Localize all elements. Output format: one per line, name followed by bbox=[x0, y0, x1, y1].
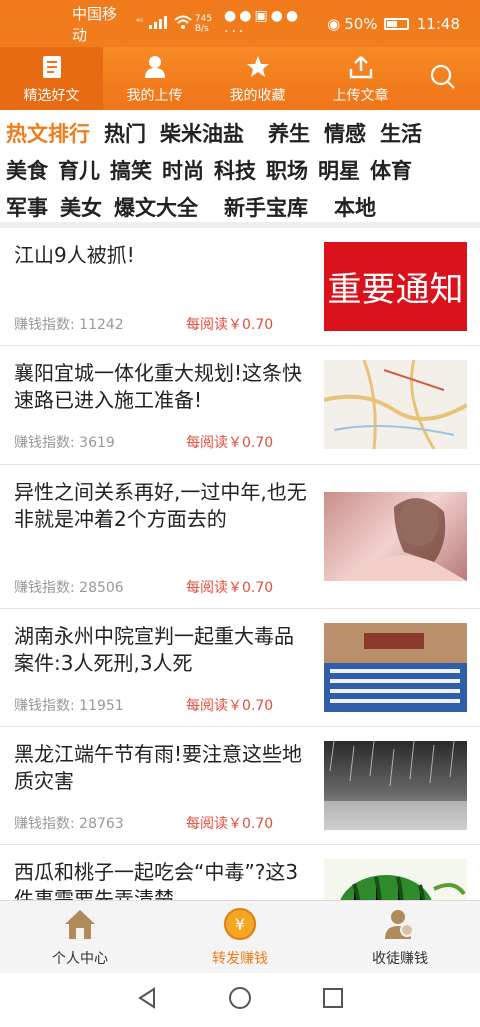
tab-my-favorites[interactable]: 我的收藏 bbox=[206, 47, 309, 110]
battery-percent: 50% bbox=[344, 14, 378, 33]
category-fashion[interactable]: 时尚 bbox=[162, 155, 204, 185]
article-card[interactable]: 异性之间关系再好,一过中年,也无非就是冲着2个方面去的 赚钱指数: 28506 … bbox=[0, 465, 480, 609]
earn-index: 赚钱指数: 3619 bbox=[14, 435, 115, 451]
article-title: 黑龙江端午节有雨!要注意这些地质灾害 bbox=[14, 742, 303, 793]
battery-icon bbox=[383, 17, 409, 30]
earn-index: 赚钱指数: 28506 bbox=[14, 580, 124, 596]
article-title: 异性之间关系再好,一过中年,也无非就是冲着2个方面去的 bbox=[14, 480, 307, 531]
article-card[interactable]: 黑龙江端午节有雨!要注意这些地质灾害 赚钱指数: 28763 每阅读￥0.70 bbox=[0, 727, 480, 845]
net-speed: 745 B/s bbox=[194, 13, 213, 34]
category-viral-collection[interactable]: 爆文大全 bbox=[114, 192, 198, 222]
yen-coin-icon: ¥ bbox=[223, 906, 257, 942]
article-thumbnail-rain bbox=[324, 741, 467, 830]
category-military[interactable]: 军事 bbox=[6, 192, 48, 222]
category-food[interactable]: 美食 bbox=[6, 155, 48, 185]
svg-text:¥: ¥ bbox=[235, 915, 245, 934]
category-tech[interactable]: 科技 bbox=[214, 155, 256, 185]
article-card[interactable]: 西瓜和桃子一起吃会“中毒”?这3件事需要先弄清楚 bbox=[0, 845, 480, 900]
status-bar: 中国移动 ⁴ᴳ 745 B/s ●●▣●● ··· ◉ 50% 11:48 bbox=[0, 0, 480, 47]
article-thumbnail-portrait bbox=[324, 492, 467, 581]
category-health[interactable]: 养生 bbox=[268, 118, 310, 148]
clock: 11:48 bbox=[416, 14, 460, 33]
article-thumbnail-courtroom bbox=[324, 623, 467, 712]
category-emotion[interactable]: 情感 bbox=[324, 118, 366, 148]
tab-label: 我的收藏 bbox=[229, 87, 286, 104]
user-icon bbox=[144, 53, 166, 81]
earn-per-read: 每阅读￥0.70 bbox=[186, 816, 274, 832]
recents-icon[interactable] bbox=[322, 987, 344, 1013]
tab-featured-articles[interactable]: 精选好文 bbox=[0, 47, 103, 110]
eye-comfort-icon: ◉ bbox=[327, 14, 341, 33]
earn-index: 赚钱指数: 28763 bbox=[14, 816, 124, 832]
category-grid: 热文排行 热门 柴米油盐 养生 情感 生活 美食 育儿 搞笑 时尚 科技 职场 … bbox=[0, 110, 480, 222]
tab-personal-center[interactable]: 个人中心 bbox=[0, 901, 160, 973]
top-nav: 精选好文 我的上传 我的收藏 上传文章 bbox=[0, 47, 480, 110]
article-title: 襄阳宜城一体化重大规划!这条快速路已进入施工准备! bbox=[14, 361, 303, 412]
tab-label: 个人中心 bbox=[52, 951, 108, 967]
tab-label: 收徒赚钱 bbox=[372, 951, 428, 967]
star-icon bbox=[246, 53, 270, 81]
category-hot-ranking[interactable]: 热文排行 bbox=[6, 118, 90, 148]
earn-index-value: 28506 bbox=[79, 580, 124, 596]
category-workplace[interactable]: 职场 bbox=[266, 155, 308, 185]
tab-label: 我的上传 bbox=[126, 87, 183, 104]
thumbnail-caption: 重要通知 bbox=[327, 270, 464, 310]
article-icon bbox=[42, 53, 62, 81]
back-icon[interactable] bbox=[136, 987, 158, 1013]
tab-my-uploads[interactable]: 我的上传 bbox=[103, 47, 206, 110]
bottom-tab-bar: 个人中心 ¥ 转发赚钱 收徒赚钱 bbox=[0, 900, 480, 973]
article-card[interactable]: 襄阳宜城一体化重大规划!这条快速路已进入施工准备! 赚钱指数: 3619 每阅读… bbox=[0, 346, 480, 465]
article-title: 江山9人被抓! bbox=[14, 243, 135, 267]
category-parenting[interactable]: 育儿 bbox=[58, 155, 100, 185]
article-card[interactable]: 湖南永州中院宣判一起重大毒品案件:3人死刑,3人死 赚钱指数: 11951 每阅… bbox=[0, 609, 480, 727]
earn-per-read: 每阅读￥0.70 bbox=[186, 435, 274, 451]
category-beauty[interactable]: 美女 bbox=[60, 192, 102, 222]
tab-label: 精选好文 bbox=[23, 87, 80, 104]
earn-per-read: 每阅读￥0.70 bbox=[186, 317, 274, 333]
home-circle-icon[interactable] bbox=[228, 986, 252, 1014]
search-button[interactable] bbox=[412, 47, 480, 110]
earn-index-value: 3619 bbox=[79, 435, 115, 451]
category-funny[interactable]: 搞笑 bbox=[110, 155, 152, 185]
tab-label: 上传文章 bbox=[332, 87, 389, 104]
category-newbie-guide[interactable]: 新手宝库 bbox=[224, 192, 308, 222]
upload-icon bbox=[349, 53, 373, 81]
tab-label: 转发赚钱 bbox=[212, 951, 268, 967]
article-feed[interactable]: 江山9人被抓! 赚钱指数: 11242 每阅读￥0.70 重要通知 襄阳宜城一体… bbox=[0, 228, 480, 900]
earn-index-value: 11242 bbox=[79, 317, 124, 333]
app-notification-icons: ●●▣●● ··· bbox=[224, 7, 302, 40]
people-icon bbox=[383, 906, 417, 942]
svg-text:⁴ᴳ: ⁴ᴳ bbox=[136, 17, 143, 26]
article-thumbnail-watermelon bbox=[324, 859, 467, 900]
carrier-label: 中国移动 bbox=[72, 4, 118, 44]
article-thumbnail-map bbox=[324, 360, 467, 449]
article-title: 西瓜和桃子一起吃会“中毒”?这3件事需要先弄清楚 bbox=[14, 860, 299, 900]
home-icon bbox=[63, 906, 97, 942]
earn-index: 赚钱指数: 11951 bbox=[14, 698, 124, 714]
article-title: 湖南永州中院宣判一起重大毒品案件:3人死刑,3人死 bbox=[14, 624, 294, 675]
category-daily-life[interactable]: 柴米油盐 bbox=[160, 118, 244, 148]
category-sports[interactable]: 体育 bbox=[370, 155, 412, 185]
system-nav-bar bbox=[0, 973, 480, 1027]
tab-share-earn[interactable]: ¥ 转发赚钱 bbox=[160, 901, 320, 973]
category-celebrity[interactable]: 明星 bbox=[318, 155, 360, 185]
tab-upload-article[interactable]: 上传文章 bbox=[309, 47, 412, 110]
earn-per-read: 每阅读￥0.70 bbox=[186, 580, 274, 596]
article-thumbnail: 重要通知 bbox=[324, 242, 467, 331]
search-icon bbox=[430, 64, 456, 94]
category-hot[interactable]: 热门 bbox=[104, 118, 146, 148]
tab-recruit-earn[interactable]: 收徒赚钱 bbox=[320, 901, 480, 973]
earn-index: 赚钱指数: 11242 bbox=[14, 317, 124, 333]
category-life[interactable]: 生活 bbox=[380, 118, 422, 148]
signal-icon: ⁴ᴳ bbox=[136, 15, 170, 33]
earn-per-read: 每阅读￥0.70 bbox=[186, 698, 274, 714]
earn-index-value: 28763 bbox=[79, 816, 124, 832]
wifi-icon bbox=[174, 15, 192, 33]
article-card[interactable]: 江山9人被抓! 赚钱指数: 11242 每阅读￥0.70 重要通知 bbox=[0, 228, 480, 346]
earn-index-value: 11951 bbox=[79, 698, 124, 714]
category-local[interactable]: 本地 bbox=[334, 192, 376, 222]
